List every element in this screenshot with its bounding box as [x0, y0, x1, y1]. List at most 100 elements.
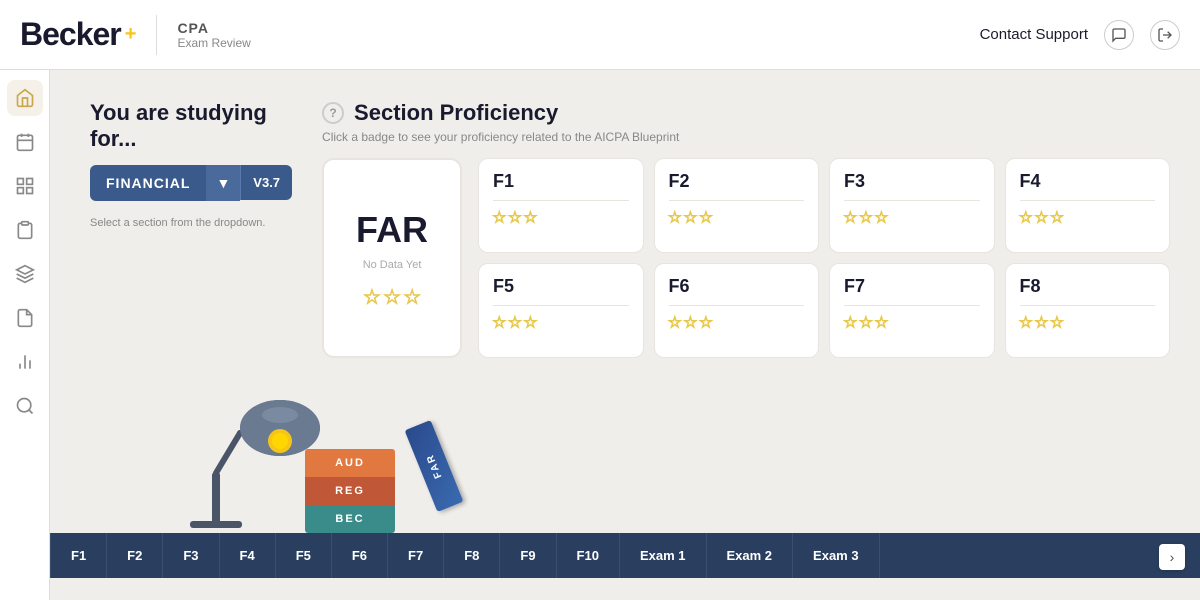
section-card-f7[interactable]: F7 ★ ★ ★	[829, 263, 994, 358]
section-proficiency-subtitle: Click a badge to see your proficiency re…	[322, 130, 1170, 144]
logo: Becker +	[20, 16, 136, 53]
divider	[1020, 200, 1156, 201]
tab-f4[interactable]: F4	[220, 533, 276, 578]
help-icon[interactable]: ?	[322, 102, 344, 124]
section-proficiency-title: Section Proficiency	[354, 100, 558, 126]
section-card-f1[interactable]: F1 ★ ★ ★	[478, 158, 643, 253]
section-card-f5[interactable]: F5 ★ ★ ★	[478, 263, 643, 358]
section-dropdown-button[interactable]: FINANCIAL	[90, 165, 206, 201]
product-name: CPA	[177, 20, 250, 36]
section-stars-f7: ★ ★ ★	[844, 314, 888, 331]
far-no-data: No Data Yet	[363, 259, 422, 271]
layout: You are studying for... FINANCIAL ▼ V3.7…	[0, 70, 1200, 600]
proficiency-area: FAR No Data Yet ★ ★ ★ F1	[322, 158, 1170, 358]
sidebar-item-chart[interactable]	[7, 344, 43, 380]
section-card-f4[interactable]: F4 ★ ★ ★	[1005, 158, 1171, 253]
section-card-f2[interactable]: F2 ★ ★ ★	[654, 158, 819, 253]
section-code-f5: F5	[493, 276, 514, 297]
header-right: Contact Support	[980, 20, 1180, 50]
sections-grid: F1 ★ ★ ★ F2	[478, 158, 1170, 358]
far-book-tilted: FAR	[405, 420, 464, 512]
section-proficiency: ? Section Proficiency Click a badge to s…	[322, 100, 1170, 358]
divider	[844, 305, 979, 306]
section-stars-f5: ★ ★ ★	[493, 314, 537, 331]
sidebar-item-document[interactable]	[7, 300, 43, 336]
tab-f9[interactable]: F9	[500, 533, 556, 578]
header: Becker + CPA Exam Review Contact Support	[0, 0, 1200, 70]
section-code-f6: F6	[669, 276, 690, 297]
studying-for: You are studying for... FINANCIAL ▼ V3.7…	[90, 100, 292, 229]
divider	[493, 200, 628, 201]
section-code-f1: F1	[493, 171, 514, 192]
header-divider	[156, 15, 157, 55]
book-aud: AUD	[305, 449, 395, 477]
main-content: You are studying for... FINANCIAL ▼ V3.7…	[50, 70, 1200, 600]
section-code-f7: F7	[844, 276, 865, 297]
product-sub: Exam Review	[177, 36, 250, 50]
sidebar	[0, 70, 50, 600]
far-star-2: ★	[384, 287, 400, 308]
section-stars-f1: ★ ★ ★	[493, 209, 537, 226]
tab-f5[interactable]: F5	[276, 533, 332, 578]
tab-f2[interactable]: F2	[107, 533, 163, 578]
divider	[1020, 305, 1156, 306]
section-stars-f2: ★ ★ ★	[669, 209, 713, 226]
tab-exam2[interactable]: Exam 2	[707, 533, 794, 578]
tab-f3[interactable]: F3	[163, 533, 219, 578]
section-code-f3: F3	[844, 171, 865, 192]
version-badge: V3.7	[240, 165, 292, 200]
tab-f8[interactable]: F8	[444, 533, 500, 578]
books-stack: AUD REG BEC	[305, 449, 395, 533]
sidebar-item-search[interactable]	[7, 388, 43, 424]
divider	[669, 200, 804, 201]
far-badge[interactable]: FAR No Data Yet ★ ★ ★	[322, 158, 462, 358]
sidebar-item-grid[interactable]	[7, 168, 43, 204]
divider	[669, 305, 804, 306]
sidebar-item-home[interactable]	[7, 80, 43, 116]
section-stars-f6: ★ ★ ★	[669, 314, 713, 331]
book-bec: BEC	[305, 505, 395, 533]
far-star-1: ★	[364, 287, 380, 308]
section-card-f6[interactable]: F6 ★ ★ ★	[654, 263, 819, 358]
tab-f10[interactable]: F10	[557, 533, 620, 578]
studying-label: You are studying for...	[90, 100, 292, 153]
section-stars-f4: ★ ★ ★	[1020, 209, 1064, 226]
logo-text: Becker	[20, 16, 121, 53]
product-info: CPA Exam Review	[177, 20, 250, 50]
lamp-illustration	[130, 373, 330, 533]
tab-exam3[interactable]: Exam 3	[793, 533, 880, 578]
section-code-f8: F8	[1020, 276, 1041, 297]
sidebar-item-calendar[interactable]	[7, 124, 43, 160]
book-reg: REG	[305, 477, 395, 505]
section-stars-f8: ★ ★ ★	[1020, 314, 1064, 331]
bottom-tabs-bar: F1 F2 F3 F4 F5 F6 F7 F8 F9 F10 Exam 1 Ex…	[50, 533, 1200, 578]
far-book-label: FAR	[424, 452, 444, 480]
section-code-f4: F4	[1020, 171, 1041, 192]
section-card-f8[interactable]: F8 ★ ★ ★	[1005, 263, 1171, 358]
sidebar-item-clipboard[interactable]	[7, 212, 43, 248]
section-card-f3[interactable]: F3 ★ ★ ★	[829, 158, 994, 253]
illustration-area: AUD REG BEC FAR F1 F2 F3 F4 F5 F6 F7 F8 …	[90, 378, 1170, 578]
divider	[493, 305, 628, 306]
tab-exam1[interactable]: Exam 1	[620, 533, 707, 578]
section-dropdown-group: FINANCIAL ▼ V3.7	[90, 165, 292, 201]
dropdown-arrow-button[interactable]: ▼	[206, 165, 240, 201]
tab-f1[interactable]: F1	[50, 533, 107, 578]
far-title: FAR	[356, 209, 428, 251]
section-title-row: ? Section Proficiency	[322, 100, 1170, 126]
chat-icon[interactable]	[1104, 20, 1134, 50]
tab-f6[interactable]: F6	[332, 533, 388, 578]
far-star-3: ★	[404, 287, 420, 308]
section-stars-f3: ★ ★ ★	[844, 209, 888, 226]
logo-plus: +	[125, 23, 137, 46]
contact-support-link[interactable]: Contact Support	[980, 26, 1088, 43]
divider	[844, 200, 979, 201]
scroll-right-arrow[interactable]: ›	[1159, 544, 1185, 570]
tab-f7[interactable]: F7	[388, 533, 444, 578]
section-code-f2: F2	[669, 171, 690, 192]
sidebar-item-layers[interactable]	[7, 256, 43, 292]
far-stars: ★ ★ ★	[364, 287, 420, 308]
top-section: You are studying for... FINANCIAL ▼ V3.7…	[90, 100, 1170, 358]
logout-icon[interactable]	[1150, 20, 1180, 50]
dropdown-hint: Select a section from the dropdown.	[90, 217, 292, 229]
